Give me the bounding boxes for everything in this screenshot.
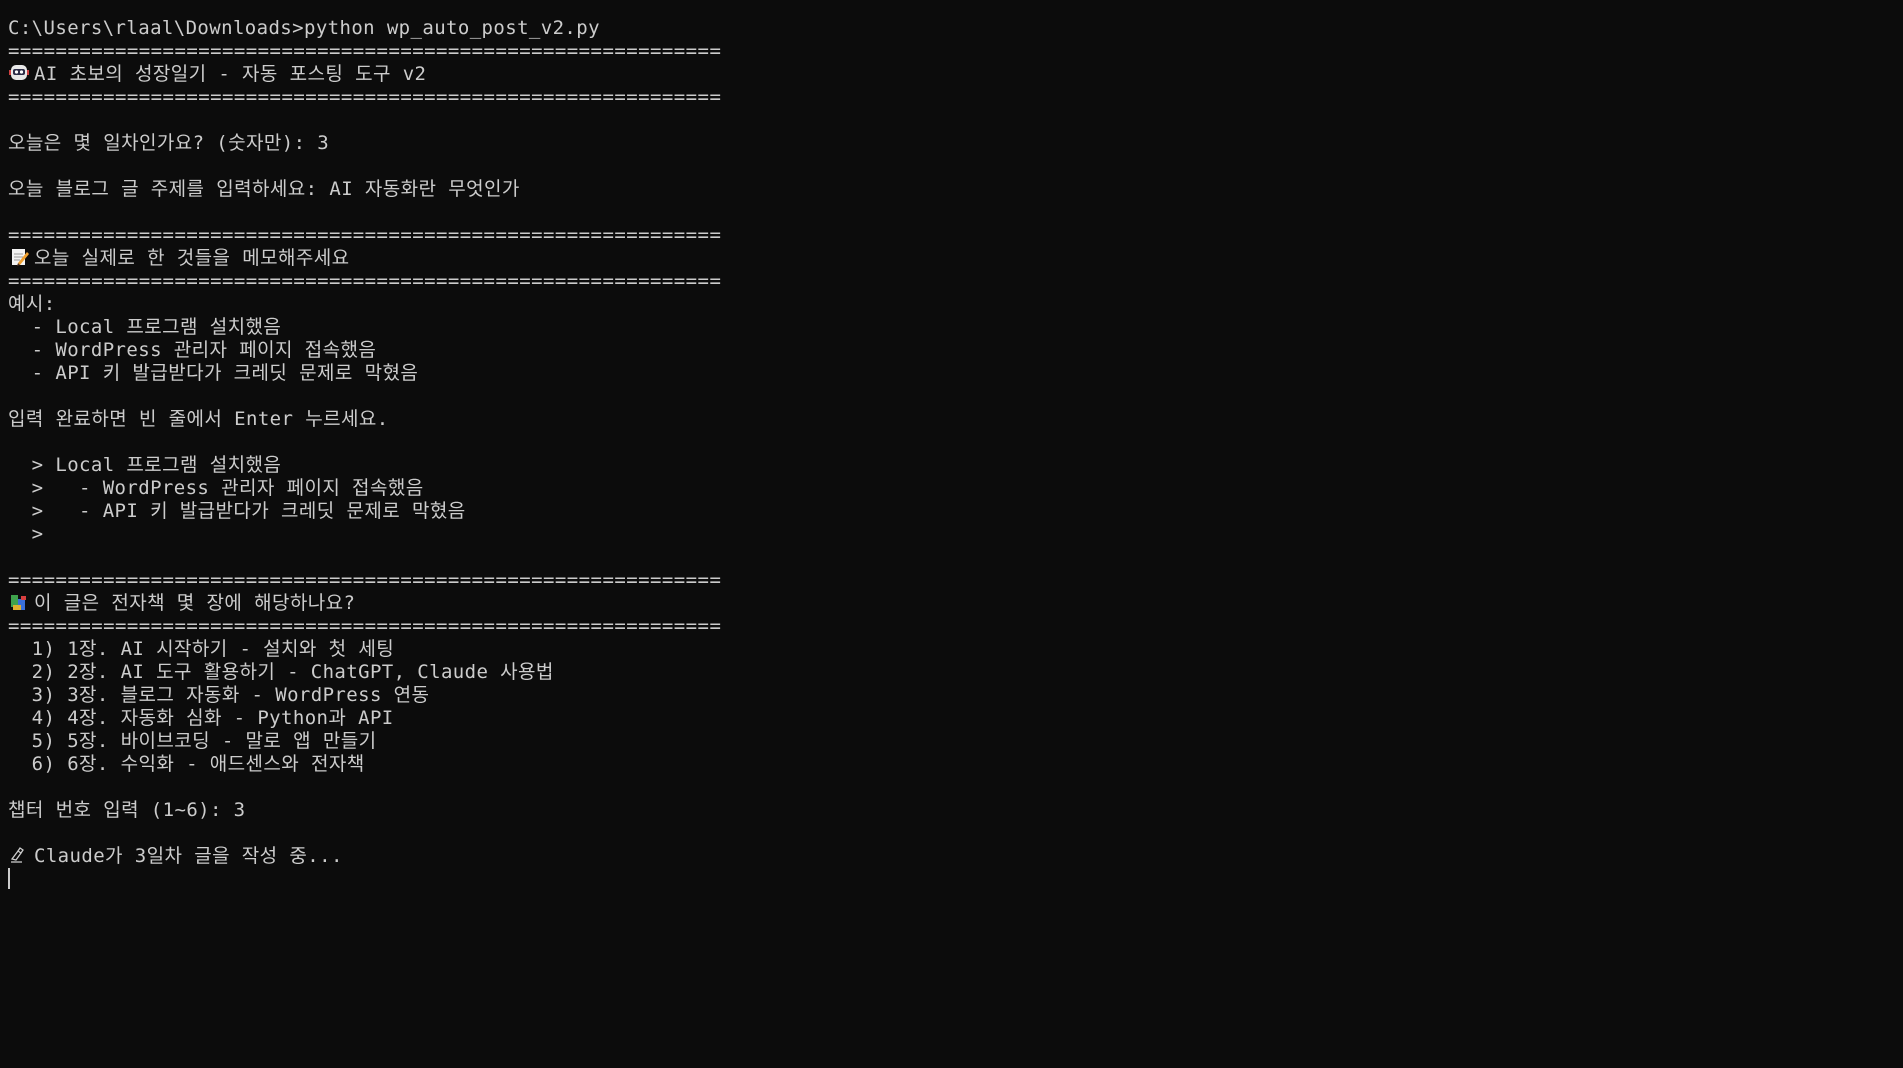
memo-title: 오늘 실제로 한 것들을 메모해주세요 <box>34 247 350 269</box>
example-item: - WordPress 관리자 페이지 접속했음 <box>8 339 377 361</box>
chapter-prompt: 챕터 번호 입력 (1~6): 3 <box>8 799 246 821</box>
memo-title-line: 오늘 실제로 한 것들을 메모해주세요 <box>8 247 1903 270</box>
chapter-option: 5) 5장. 바이브코딩 - 말로 앱 만들기 <box>8 730 377 752</box>
chapter-option: 3) 3장. 블로그 자동화 - WordPress 연동 <box>8 684 430 706</box>
writing-hand-icon <box>8 845 30 865</box>
header-title: AI 초보의 성장일기 - 자동 포스팅 도구 v2 <box>34 63 427 85</box>
example-label: 예시: <box>8 293 56 315</box>
robot-face-icon <box>8 63 30 83</box>
memo-icon <box>8 247 30 267</box>
command-line: C:\Users\rlaal\Downloads>python wp_auto_… <box>8 17 600 39</box>
status-line: Claude가 3일차 글을 작성 중... <box>34 845 343 867</box>
text-cursor <box>8 868 10 889</box>
separator: ========================================… <box>8 40 722 62</box>
separator: ========================================… <box>8 270 722 292</box>
chapter-question: 이 글은 전자책 몇 장에 해당하나요? <box>34 592 356 614</box>
input-hint: 입력 완료하면 빈 줄에서 Enter 누르세요. <box>8 408 389 430</box>
chapter-question-line: 이 글은 전자책 몇 장에 해당하나요? <box>8 592 1903 615</box>
books-icon <box>8 592 30 612</box>
terminal-window[interactable]: C:\Users\rlaal\Downloads>python wp_auto_… <box>0 0 1903 1068</box>
cursor-line[interactable] <box>8 868 1903 891</box>
separator: ========================================… <box>8 86 722 108</box>
status-line-row: Claude가 3일차 글을 작성 중... <box>8 845 1903 868</box>
input-line: > - WordPress 관리자 페이지 접속했음 <box>8 477 424 499</box>
separator: ========================================… <box>8 615 722 637</box>
header-line: AI 초보의 성장일기 - 자동 포스팅 도구 v2 <box>8 63 1903 86</box>
input-line: > Local 프로그램 설치했음 <box>8 454 282 476</box>
input-line: > - API 키 발급받다가 크레딧 문제로 막혔음 <box>8 500 466 522</box>
example-item: - Local 프로그램 설치했음 <box>8 316 282 338</box>
prompt-topic: 오늘 블로그 글 주제를 입력하세요: AI 자동화란 무엇인가 <box>8 178 520 200</box>
input-line: > <box>8 523 44 545</box>
chapter-option: 6) 6장. 수익화 - 애드센스와 전자책 <box>8 753 365 775</box>
separator: ========================================… <box>8 224 722 246</box>
chapter-option: 4) 4장. 자동화 심화 - Python과 API <box>8 707 394 729</box>
prompt-day: 오늘은 몇 일차인가요? (숫자만): 3 <box>8 132 330 154</box>
separator: ========================================… <box>8 569 722 591</box>
example-item: - API 키 발급받다가 크레딧 문제로 막혔음 <box>8 362 419 384</box>
chapter-option: 1) 1장. AI 시작하기 - 설치와 첫 세팅 <box>8 638 395 660</box>
chapter-option: 2) 2장. AI 도구 활용하기 - ChatGPT, Claude 사용법 <box>8 661 554 683</box>
